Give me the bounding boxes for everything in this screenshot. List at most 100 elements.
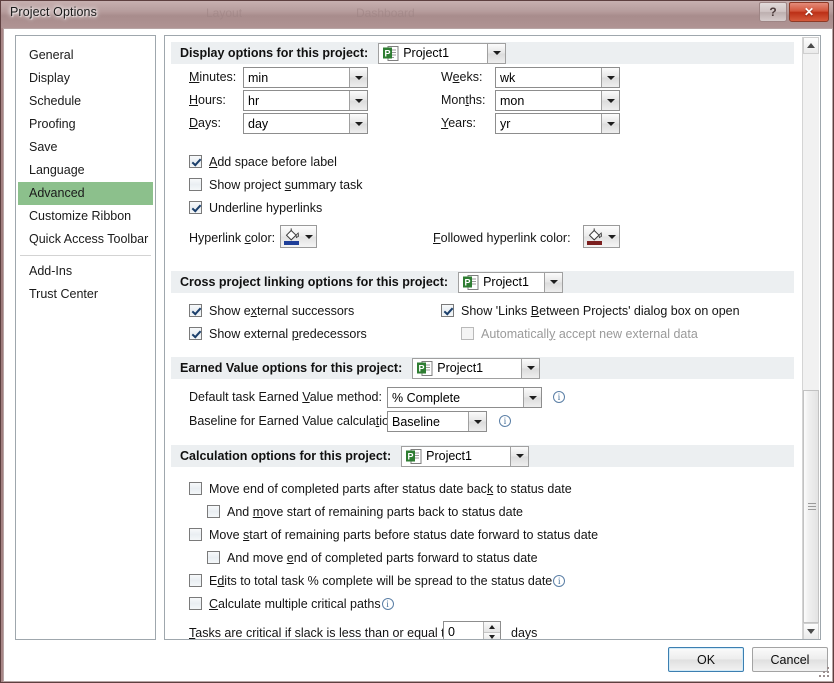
chevron-down-icon[interactable] [608,234,616,239]
chevron-down-icon[interactable] [349,114,367,133]
and-move-end-completed-row[interactable]: And move end of completed parts forward … [207,546,800,569]
underline-hyperlinks-checkbox[interactable] [189,201,202,214]
move-start-remaining-parts-row[interactable]: Move start of remaining parts before sta… [189,523,800,546]
dialog-footer: OK Cancel [4,639,833,681]
slack-label: Tasks are critical if slack is less than… [189,626,452,640]
earned-value-project-combo[interactable]: P Project1 [412,357,541,379]
minutes-combo[interactable]: min [243,67,368,88]
chevron-down-icon[interactable] [521,358,540,378]
sidebar-item-save[interactable]: Save [16,136,155,159]
chevron-down-icon[interactable] [487,43,506,63]
edits-spread-status-date-row[interactable]: Edits to total task % complete will be s… [189,569,800,592]
options-category-sidebar: General Display Schedule Proofing Save L… [15,35,156,640]
show-external-predecessors-checkbox[interactable] [189,327,202,340]
chevron-down-icon[interactable] [601,91,619,110]
sidebar-item-language[interactable]: Language [16,159,155,182]
scrollbar-thumb[interactable] [803,390,819,623]
sidebar-item-quick-access-toolbar[interactable]: Quick Access Toolbar [16,228,155,251]
show-external-predecessors-text: Show external predecessors [209,326,367,341]
cancel-button[interactable]: Cancel [752,647,828,672]
edits-spread-status-date-checkbox[interactable] [189,574,202,587]
years-combo[interactable]: yr [495,113,620,134]
add-space-before-label-row[interactable]: Add space before label [189,150,800,173]
sidebar-item-customize-ribbon[interactable]: Customize Ribbon [16,205,155,228]
underline-hyperlinks-row[interactable]: Underline hyperlinks [189,196,800,219]
days-combo[interactable]: day [243,113,368,134]
followed-hyperlink-color-button[interactable] [583,225,620,248]
show-links-between-projects-row[interactable]: Show 'Links Between Projects' dialog box… [441,299,740,322]
chevron-down-icon[interactable] [544,272,563,292]
display-options-project-combo[interactable]: P Project1 [378,42,507,64]
sidebar-item-general[interactable]: General [16,44,155,67]
ev-method-combo[interactable]: % Complete [387,387,542,408]
scroll-up-icon[interactable] [803,37,819,54]
ev-baseline-info-icon[interactable]: i [499,415,511,427]
stepper-up-icon[interactable] [484,622,500,633]
show-project-summary-task-checkbox[interactable] [189,178,202,191]
auto-accept-external-data-checkbox [461,327,474,340]
sidebar-item-schedule[interactable]: Schedule [16,90,155,113]
chevron-down-icon[interactable] [468,412,486,431]
chevron-down-icon[interactable] [601,114,619,133]
ev-baseline-combo[interactable]: Baseline [387,411,487,432]
and-move-end-completed-checkbox[interactable] [207,551,220,564]
show-project-summary-task-row[interactable]: Show project summary task [189,173,800,196]
stepper-buttons[interactable] [483,622,500,639]
show-external-successors-checkbox[interactable] [189,304,202,317]
sidebar-item-proofing[interactable]: Proofing [16,113,155,136]
scroll-down-icon[interactable] [803,623,819,639]
resize-grip-icon[interactable] [819,667,831,679]
cross-project-project-combo[interactable]: P Project1 [458,271,564,293]
ok-button[interactable]: OK [668,647,744,672]
sidebar-item-add-ins[interactable]: Add-Ins [16,260,155,283]
move-start-remaining-parts-checkbox[interactable] [189,528,202,541]
move-end-completed-parts-checkbox[interactable] [189,482,202,495]
hours-value: hr [248,93,260,108]
chevron-down-icon[interactable] [510,446,529,466]
move-end-completed-parts-row[interactable]: Move end of completed parts after status… [189,477,800,500]
hours-label: Hours: [189,93,226,107]
add-space-before-label-checkbox[interactable] [189,155,202,168]
and-move-start-remaining-checkbox[interactable] [207,505,220,518]
chevron-down-icon[interactable] [349,91,367,110]
chevron-down-icon[interactable] [305,234,313,239]
months-value: mon [500,93,525,108]
sidebar-item-label: Display [29,71,70,85]
critical-paths-info-icon[interactable]: i [381,597,394,610]
sidebar-item-display[interactable]: Display [16,67,155,90]
show-links-between-projects-checkbox[interactable] [441,304,454,317]
options-scroll-content: Display options for this project: P Proj… [165,36,800,640]
sidebar-item-trust-center[interactable]: Trust Center [16,283,155,306]
window-title: Project Options [10,5,97,19]
chevron-down-icon[interactable] [601,68,619,87]
close-button[interactable]: ✕ [789,2,829,22]
and-move-start-remaining-row[interactable]: And move start of remaining parts back t… [207,500,800,523]
minutes-value: min [248,70,269,85]
weeks-combo[interactable]: wk [495,67,620,88]
options-vertical-scrollbar[interactable] [802,37,819,639]
title-bar-background [1,1,833,28]
ev-method-info-icon[interactable]: i [553,391,565,403]
edits-spread-info-icon[interactable]: i [553,574,566,587]
help-button[interactable]: ? [759,2,787,22]
svg-text:P: P [385,48,391,58]
show-external-predecessors-row[interactable]: Show external predecessors [189,322,367,345]
show-external-successors-row[interactable]: Show external successors [189,299,354,322]
chevron-down-icon[interactable] [523,388,541,407]
edits-spread-status-date-text: Edits to total task % complete will be s… [209,573,553,588]
calculation-project-combo[interactable]: P Project1 [401,445,530,467]
calculate-multiple-critical-paths-checkbox[interactable] [189,597,202,610]
sidebar-item-advanced[interactable]: Advanced [18,182,153,205]
months-combo[interactable]: mon [495,90,620,111]
slack-days-stepper[interactable]: 0 [443,621,501,639]
earned-value-section-header: Earned Value options for this project: P [171,357,794,379]
chevron-down-icon[interactable] [349,68,367,87]
svg-text:P: P [465,277,471,287]
hyperlink-color-button[interactable] [280,225,317,248]
days-value: day [248,116,269,131]
calculate-multiple-critical-paths-row[interactable]: Calculate multiple critical paths i [189,592,800,615]
hyperlink-color-label: Hyperlink color: [189,231,276,245]
slack-units-label: days [511,626,538,640]
slack-days-value[interactable]: 0 [444,622,483,639]
hours-combo[interactable]: hr [243,90,368,111]
